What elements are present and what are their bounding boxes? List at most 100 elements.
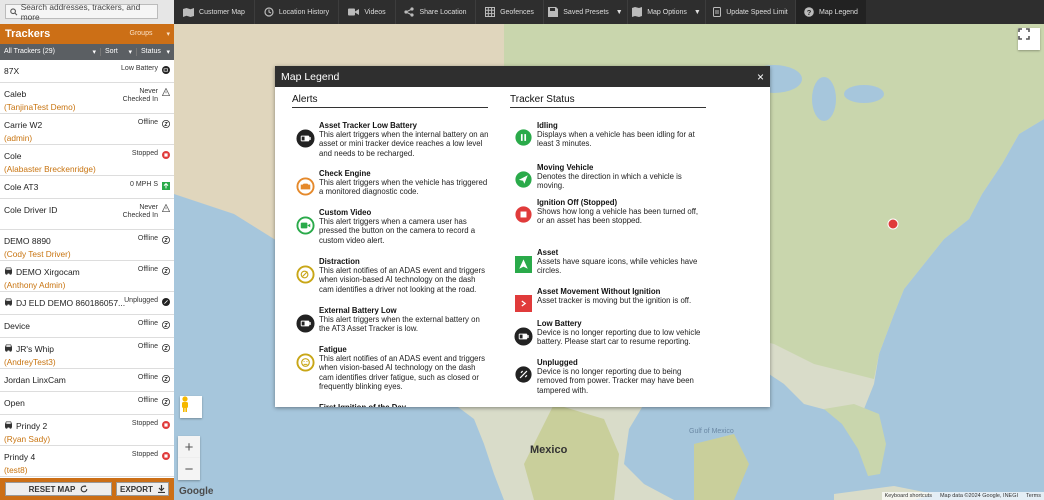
tracker-name-text: DEMO 8890 (4, 236, 51, 246)
trackers-filter-bar: All Trackers (29) ▾ Sort ▾ Status ▾ (0, 44, 174, 60)
chevron-down-icon[interactable]: ▾ (166, 30, 170, 38)
tracker-status: 0 MPH S (129, 181, 158, 188)
tracker-filter-label: All Trackers (29) (4, 48, 55, 55)
map-data-attribution: Map data ©2024 Google, INEGI (939, 493, 1019, 499)
street-view-button[interactable] (180, 396, 202, 418)
legend-item-text: Asset Tracker Low Battery This alert trig… (319, 121, 492, 158)
search-input[interactable]: Search addresses, trackers, and more (5, 2, 158, 22)
chevron-down-icon: ▼ (693, 8, 701, 16)
share-icon (404, 7, 415, 17)
tracker-driver[interactable]: (test8) (4, 465, 28, 475)
close-icon[interactable]: × (757, 70, 764, 84)
share-location-button[interactable]: Share Location (395, 0, 475, 24)
sort-label: Sort (105, 48, 118, 55)
tracker-row[interactable]: DEMO 8890 (Cody Test Driver) Offline (0, 230, 174, 261)
tracker-status-heading: Tracker Status (510, 94, 706, 108)
fatigue-icon (292, 345, 319, 391)
location-history-button[interactable]: Location History (254, 0, 338, 24)
tracker-driver[interactable]: (TanjinaTest Demo) (4, 102, 75, 112)
tracker-name-text: Prindy 4 (4, 452, 36, 462)
export-button[interactable]: EXPORT (116, 482, 169, 496)
trackers-header: Trackers Groups ▾ (0, 24, 174, 44)
legend-item-title: Asset Tracker Low Battery (319, 121, 417, 130)
tracker-name: JR's Whip (4, 344, 54, 354)
tracker-status: Stopped (131, 451, 158, 458)
asset-movement-icon (510, 287, 537, 312)
groups-button[interactable]: Groups (130, 30, 153, 38)
status-dropdown[interactable]: Status ▾ (136, 48, 174, 56)
tracker-name: Cole AT3 (4, 182, 38, 192)
tracker-row[interactable]: Jordan LinxCam Offline (0, 369, 174, 392)
battery-alert-icon (292, 121, 319, 158)
fullscreen-icon (1018, 28, 1030, 40)
tracker-row[interactable]: Open Offline (0, 392, 174, 415)
tracker-row[interactable]: Caleb (TanjinaTest Demo) Never Checked In (0, 83, 174, 114)
tracker-row[interactable]: Prindy 4 (test8) Stopped (0, 446, 174, 477)
tracker-name: 87X (4, 66, 19, 76)
tracker-name: Open (4, 398, 25, 408)
tracker-driver[interactable]: (admin) (4, 133, 32, 143)
tracker-row[interactable]: DEMO Xirgocam (Anthony Admin) Offline (0, 261, 174, 292)
update-speed-limit-button[interactable]: Update Speed Limit (705, 0, 795, 24)
tracker-row[interactable]: Cole Driver ID Never Checked In (0, 199, 174, 230)
legend-item: Fatigue This alert notifies of an ADAS ev… (292, 345, 492, 391)
tracker-filter-dropdown[interactable]: All Trackers (29) ▾ (0, 48, 100, 56)
legend-item: Distraction This alert notifies of an ADA… (292, 257, 492, 294)
zoom-in-button[interactable]: + (178, 436, 200, 458)
tracker-driver[interactable]: (Anthony Admin) (4, 280, 65, 290)
tracker-status-column: Tracker Status Idling Displays when a veh… (510, 87, 710, 407)
tracker-row[interactable]: Prindy 2 (Ryan Sady) Stopped (0, 415, 174, 446)
search-area: Search addresses, trackers, and more (0, 0, 174, 24)
tracker-row[interactable]: Carrie W2 (admin) Offline (0, 114, 174, 145)
tracker-driver[interactable]: (Cody Test Driver) (4, 249, 71, 259)
legend-item-text: First Ignition of the Day (319, 403, 406, 407)
keyboard-shortcuts-link[interactable]: Keyboard shortcuts (885, 493, 932, 499)
external-battery-icon (292, 306, 319, 334)
vehicle-icon (4, 298, 13, 308)
tracker-name: Prindy 2 (4, 421, 47, 431)
share-location-label: Share Location (419, 8, 467, 16)
reset-map-button[interactable]: RESET MAP (5, 482, 112, 496)
map-legend-button[interactable]: ? Map Legend (795, 0, 866, 24)
tracker-row[interactable]: JR's Whip (AndreyTest3) Offline (0, 338, 174, 369)
help-icon: ? (804, 7, 814, 17)
tracker-name: DJ ELD DEMO 860186057... (4, 298, 125, 308)
offline-icon (162, 120, 170, 128)
tracker-driver[interactable]: (Alabaster Breckenridge) (4, 164, 96, 174)
chevron-down-icon: ▾ (92, 49, 96, 56)
legend-item-title: Asset Movement Without Ignition (537, 287, 661, 296)
videos-button[interactable]: Videos (338, 0, 395, 24)
location-history-label: Location History (278, 8, 330, 16)
legend-item: Custom Video This alert triggers when a c… (292, 208, 492, 245)
legend-item: Ignition Off (Stopped) Shows how long a v… (510, 198, 706, 226)
sort-dropdown[interactable]: Sort ▾ (100, 48, 136, 56)
ignition-off-icon (510, 198, 537, 226)
tracker-row[interactable]: Device Offline (0, 315, 174, 338)
legend-item: Moving Vehicle Denotes the direction in w… (510, 163, 706, 191)
tracker-row[interactable]: Cole (Alabaster Breckenridge) Stopped (0, 145, 174, 176)
map-options-dropdown[interactable]: Map Options ▼ (627, 0, 705, 24)
video-icon (348, 8, 360, 16)
tracker-row[interactable]: 87X Low Battery (0, 60, 174, 83)
geofences-button[interactable]: Geofences (475, 0, 543, 24)
tracker-row[interactable]: DJ ELD DEMO 860186057... Unplugged (0, 292, 174, 315)
export-label: EXPORT (120, 484, 153, 494)
tracker-status: Stopped (131, 420, 158, 427)
legend-item-text: Asset Movement Without Ignition Asset tra… (537, 287, 691, 312)
app-root: Gulf of Mexico Mexico + − Google Keyboar… (0, 0, 1044, 500)
history-icon (264, 7, 274, 17)
customer-map-button[interactable]: Customer Map (174, 0, 254, 24)
geofences-label: Geofences (500, 8, 534, 16)
unplugged-icon (510, 358, 537, 395)
terms-link[interactable]: Terms (1026, 493, 1041, 499)
saved-presets-dropdown[interactable]: Saved Presets ▼ (543, 0, 627, 24)
tracker-row[interactable]: Cole AT3 0 MPH S (0, 176, 174, 199)
zoom-out-button[interactable]: − (178, 458, 200, 480)
legend-item-title: Moving Vehicle (537, 163, 594, 172)
offline-icon (162, 321, 170, 329)
map-options-label: Map Options (647, 8, 687, 16)
tracker-name-text: Device (4, 321, 30, 331)
tracker-driver[interactable]: (AndreyTest3) (4, 357, 56, 367)
tracker-driver[interactable]: (Ryan Sady) (4, 434, 50, 444)
fullscreen-button[interactable] (1018, 28, 1040, 50)
